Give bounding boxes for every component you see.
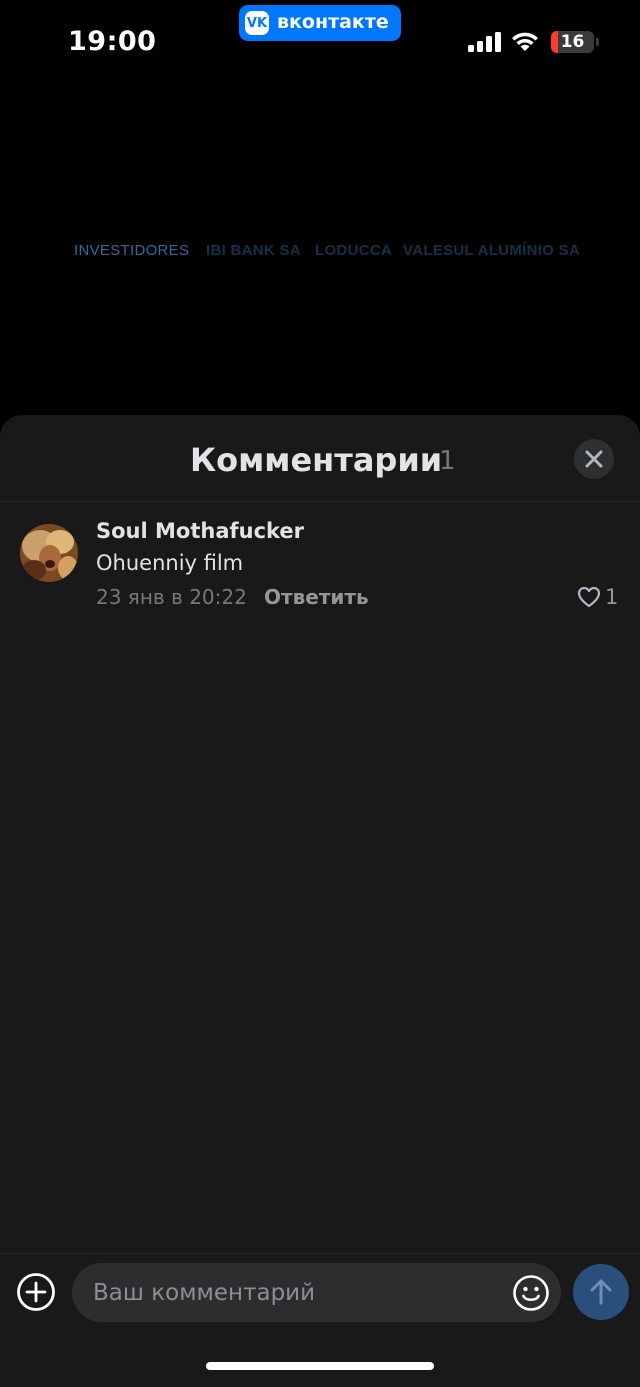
battery-level: 16: [560, 32, 585, 52]
add-icon[interactable]: [16, 1272, 56, 1312]
credit-item: LODUCCA: [315, 242, 393, 259]
like-button[interactable]: 1: [577, 584, 618, 610]
send-arrow-icon: [590, 1279, 612, 1305]
home-indicator: [206, 1362, 434, 1370]
signal-icon: [468, 32, 501, 52]
comment-author[interactable]: Soul Mothafucker: [96, 519, 304, 543]
avatar[interactable]: [20, 524, 78, 582]
close-icon: [585, 450, 603, 468]
comment-item: Soul Mothafucker Ohuenniy film 23 янв в …: [0, 515, 640, 615]
comment-text: Ohuenniy film: [96, 551, 244, 575]
video-credits: INVESTIDORES IBI BANK SA LODUCCA VALESUL…: [0, 242, 640, 266]
close-button[interactable]: [574, 439, 614, 479]
wifi-icon: [512, 32, 538, 51]
reply-button[interactable]: Ответить: [264, 585, 369, 609]
comment-date: 23 янв в 20:22: [96, 585, 247, 609]
emoji-icon[interactable]: [512, 1274, 550, 1312]
vk-logo-icon: VK: [245, 11, 269, 35]
battery-icon: 16: [551, 31, 594, 53]
comment-count: 1: [439, 446, 456, 476]
heart-icon: [577, 586, 601, 608]
vk-app-badge[interactable]: VK вконтакте: [239, 5, 401, 41]
credit-item: INVESTIDORES: [74, 242, 190, 259]
credit-item: IBI BANK SA: [206, 242, 301, 259]
sheet-title: Комментарии: [190, 441, 443, 479]
sheet-header: Комментарии 1: [0, 415, 640, 502]
like-count: 1: [605, 585, 619, 609]
send-button[interactable]: [573, 1264, 629, 1320]
avatar-photo: [20, 524, 78, 582]
credit-item: VALESUL ALUMÍNIO SA: [403, 242, 581, 259]
vk-app-badge-label: вконтакте: [277, 11, 389, 33]
comment-input[interactable]: [72, 1263, 561, 1322]
comment-composer: [0, 1253, 640, 1387]
battery-cap: [596, 38, 599, 46]
comments-sheet: Комментарии 1 Soul Mothafucker Ohuenniy …: [0, 415, 640, 1386]
status-time: 19:00: [68, 26, 157, 57]
